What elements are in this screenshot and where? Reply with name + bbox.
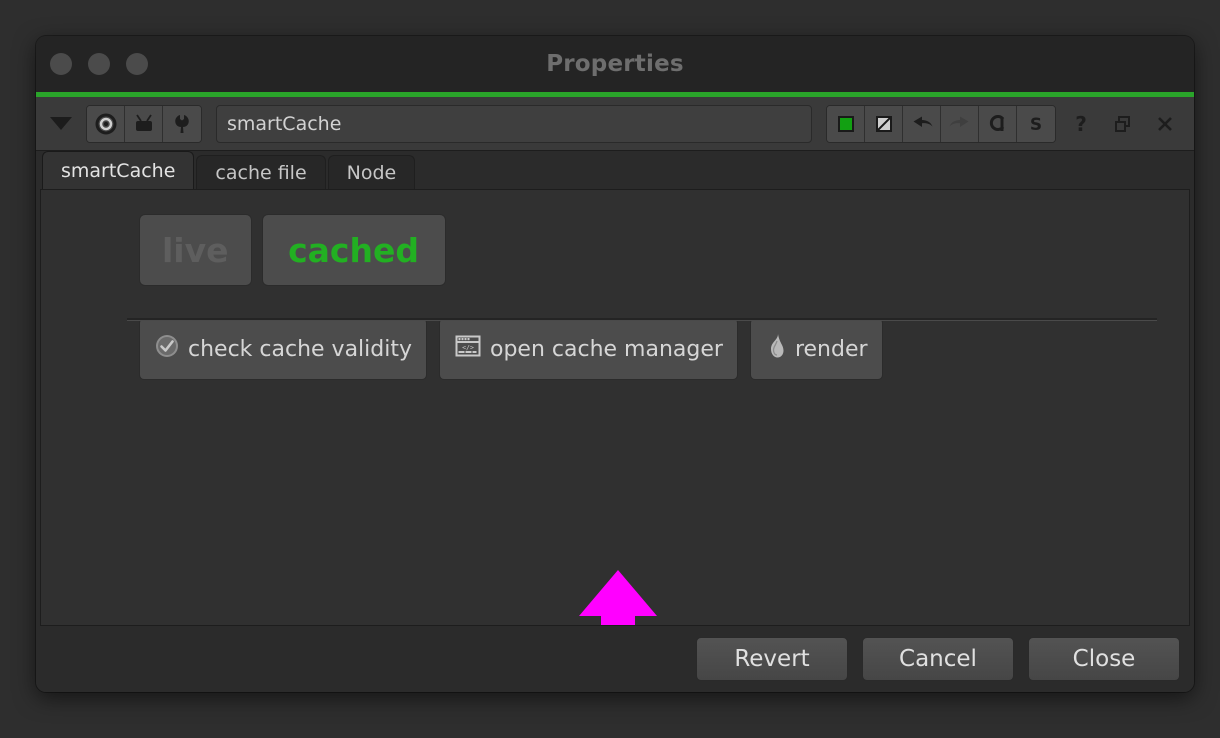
smartcache-panel: live cached check cache validity </> ope…	[40, 189, 1190, 626]
mode-label: live	[162, 230, 229, 270]
redo-icon	[941, 105, 979, 142]
node-name-input[interactable]	[216, 104, 812, 143]
revert-loop-icon[interactable]	[979, 105, 1017, 142]
close-button[interactable]: Close	[1028, 637, 1180, 681]
svg-text:?: ?	[1075, 113, 1087, 135]
properties-toolbar: S ?	[36, 97, 1194, 151]
action-label: open cache manager	[490, 336, 723, 362]
window-titlebar: Properties	[36, 36, 1194, 92]
target-icon[interactable]	[87, 105, 125, 142]
traffic-light-group	[50, 36, 148, 92]
tab-cache-file[interactable]: cache file	[196, 155, 326, 189]
action-label: check cache validity	[188, 336, 412, 362]
node-state-group: S	[826, 104, 1056, 143]
script-s-icon[interactable]: S	[1017, 105, 1055, 142]
close-dot-icon[interactable]	[50, 53, 72, 75]
mode-button-cached[interactable]: cached	[261, 214, 446, 286]
window-title: Properties	[546, 51, 684, 77]
render-button[interactable]: render	[749, 318, 883, 380]
tab-label: cache file	[215, 161, 307, 184]
check-cache-validity-button[interactable]: check cache validity	[139, 318, 427, 380]
section-divider	[127, 318, 1157, 321]
help-icon[interactable]: ?	[1064, 106, 1098, 142]
mode-label: cached	[288, 230, 419, 270]
check-circle-icon	[154, 333, 180, 365]
open-cache-manager-button[interactable]: </> open cache manager	[439, 318, 738, 380]
tab-label: Node	[346, 161, 397, 184]
zoom-dot-icon[interactable]	[126, 53, 148, 75]
action-label: render	[794, 336, 868, 362]
close-icon[interactable]	[1148, 106, 1182, 142]
split-square-icon[interactable]	[865, 105, 903, 142]
minimize-dot-icon[interactable]	[88, 53, 110, 75]
tab-smartcache[interactable]: smartCache	[42, 151, 195, 189]
svg-text:S: S	[1030, 115, 1042, 135]
green-square-icon[interactable]	[827, 105, 865, 142]
dialog-footer: Revert Cancel Close	[36, 626, 1194, 692]
monitor-icon[interactable]	[125, 105, 163, 142]
revert-button[interactable]: Revert	[696, 637, 848, 681]
cache-mode-group: live cached	[41, 190, 1189, 286]
tab-label: smartCache	[61, 159, 176, 182]
restore-icon[interactable]	[1106, 106, 1140, 142]
mode-button-live[interactable]: live	[139, 214, 252, 286]
flame-icon	[765, 332, 787, 366]
tab-strip: smartCache cache file Node	[36, 151, 1194, 189]
svg-text:</>: </>	[462, 344, 474, 352]
tab-node[interactable]: Node	[327, 155, 416, 189]
cancel-button[interactable]: Cancel	[862, 637, 1014, 681]
up-arrow-annotation-icon	[577, 568, 659, 625]
properties-window: Properties smartCache S ? smartCache cac…	[36, 36, 1194, 692]
node-tool-group	[86, 104, 202, 143]
cache-action-group: check cache validity </> open cache mana…	[41, 286, 1189, 380]
window-code-icon: </>	[454, 333, 482, 365]
wrench-icon[interactable]	[163, 105, 201, 142]
undo-icon[interactable]	[903, 105, 941, 142]
chevron-down-icon[interactable]	[44, 107, 78, 141]
